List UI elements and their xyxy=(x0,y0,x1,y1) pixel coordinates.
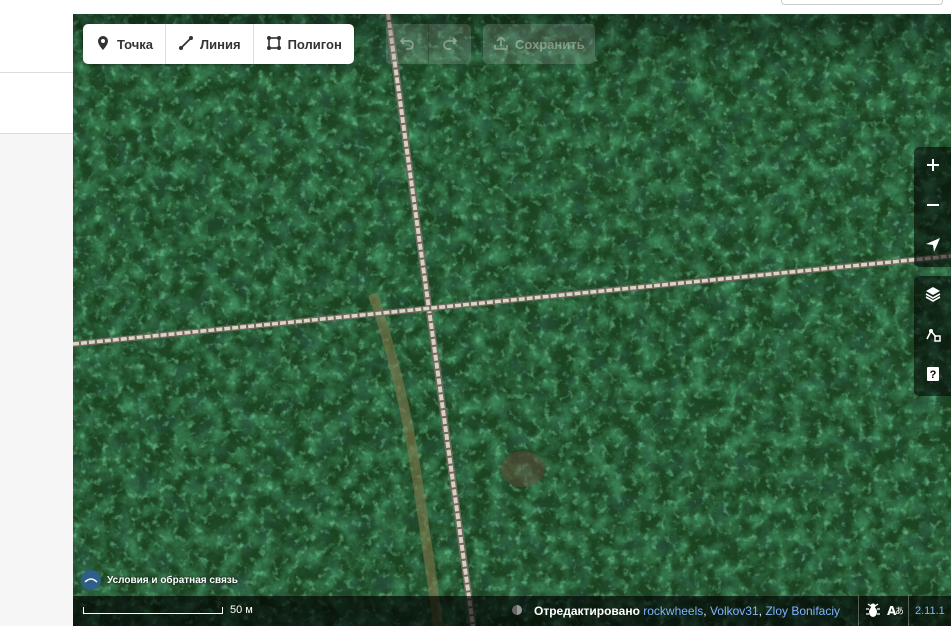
add-line-button[interactable]: Линия xyxy=(166,24,254,64)
polygon-icon xyxy=(266,35,282,54)
zoom-in-button[interactable] xyxy=(914,147,951,187)
undo-icon xyxy=(399,34,415,55)
scale-label: 50 м xyxy=(230,604,253,616)
imagery-provider-logo xyxy=(81,570,101,590)
zoom-out-button[interactable] xyxy=(914,187,951,227)
translate-icon[interactable]: Aあ xyxy=(887,602,904,621)
edited-by-label: Отредактировано xyxy=(534,604,640,618)
map-controls-panels: ? xyxy=(914,276,951,396)
version-link[interactable]: 2.11.1 xyxy=(908,596,945,626)
search-input[interactable] xyxy=(781,0,943,5)
zoom-out-icon xyxy=(924,196,942,219)
map-data-button[interactable] xyxy=(914,316,951,356)
add-point-button[interactable]: Точка xyxy=(83,24,167,64)
contributor-link[interactable]: rockwheels xyxy=(643,604,703,618)
help-icon: ? xyxy=(924,365,942,388)
satellite-imagery xyxy=(73,14,951,626)
upload-icon xyxy=(493,35,509,54)
contributor-link[interactable]: Volkov31 xyxy=(710,604,759,618)
add-line-label: Линия xyxy=(200,36,241,52)
map-controls-zoom xyxy=(914,147,951,267)
zoom-in-icon xyxy=(924,156,942,179)
map-footer: 50 м Отредактировано rockwheels, Volkov3… xyxy=(73,596,951,626)
add-area-button[interactable]: Полигон xyxy=(254,24,354,64)
point-marker-icon xyxy=(95,35,111,54)
edit-count-icon xyxy=(512,605,522,615)
add-area-label: Полигон xyxy=(287,36,342,52)
bug-icon[interactable] xyxy=(865,602,881,621)
page-top-bar xyxy=(73,0,951,14)
add-point-label: Точка xyxy=(117,36,154,52)
redo-icon xyxy=(442,34,458,55)
map-canvas[interactable]: Точка Линия Полигон Сохранить ? Условия … xyxy=(73,14,951,626)
background-layers-button[interactable] xyxy=(914,276,951,316)
footer-tools: Aあ xyxy=(858,596,904,626)
redo-button[interactable] xyxy=(429,24,471,64)
svg-text:?: ? xyxy=(929,369,936,381)
terms-feedback-link[interactable]: Условия и обратная связь xyxy=(81,570,238,590)
svg-text:あ: あ xyxy=(895,606,903,617)
line-icon xyxy=(178,35,194,54)
scale-bar[interactable] xyxy=(83,607,223,614)
map-data-icon xyxy=(924,325,942,348)
sidebar-section xyxy=(0,73,73,134)
sidebar-panel xyxy=(0,0,74,626)
geolocate-icon xyxy=(924,236,942,259)
save-button[interactable]: Сохранить xyxy=(483,24,595,64)
help-button[interactable]: ? xyxy=(914,356,951,396)
contributors: Отредактировано rockwheels, Volkov31, Zl… xyxy=(534,604,841,618)
save-label: Сохранить xyxy=(515,36,585,52)
sidebar-header xyxy=(0,0,73,73)
undo-redo-group xyxy=(386,24,471,64)
mode-buttons: Точка Линия Полигон xyxy=(83,24,354,64)
contributor-link[interactable]: Zloy Bonifaciy xyxy=(765,604,840,618)
terms-feedback-label: Условия и обратная связь xyxy=(107,574,238,586)
geolocate-button[interactable] xyxy=(914,227,951,267)
undo-button[interactable] xyxy=(386,24,429,64)
layers-icon xyxy=(924,285,942,308)
